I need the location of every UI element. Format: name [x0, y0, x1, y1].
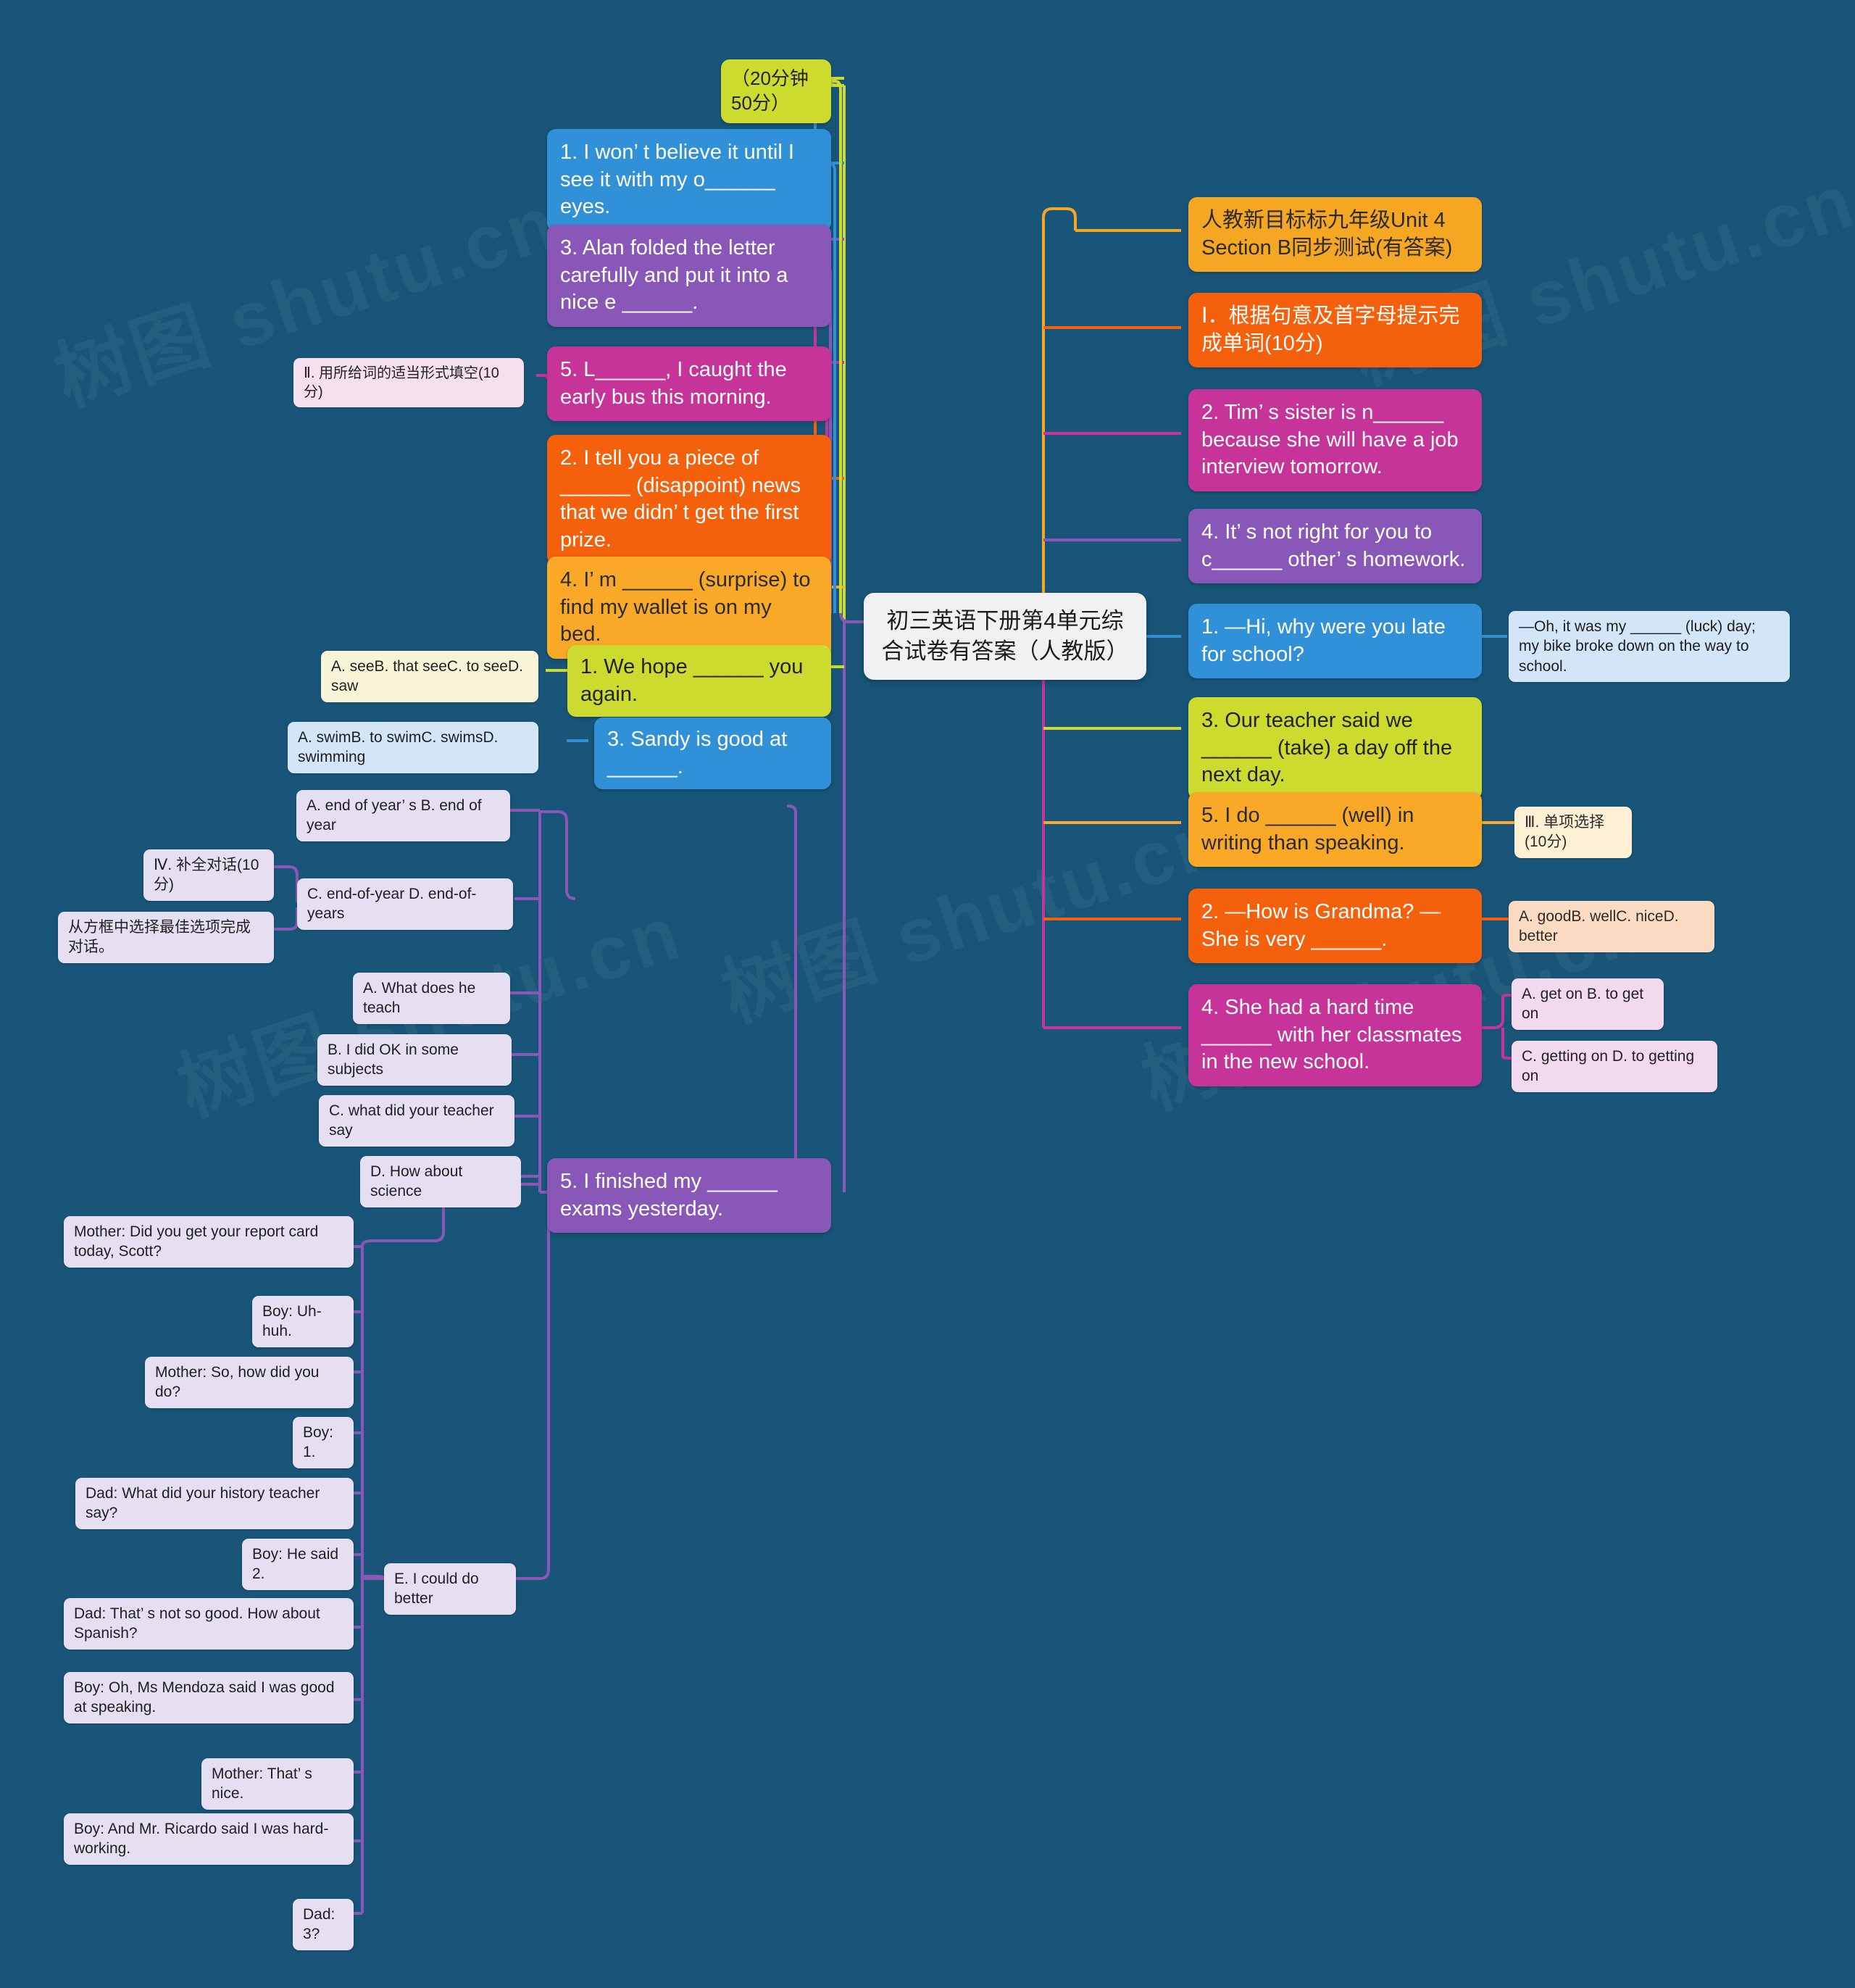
node-options-get-on-ab[interactable]: A. get on B. to get on	[1512, 978, 1664, 1030]
node-time-limit[interactable]: （20分钟50分）	[721, 59, 831, 123]
node-q2-nervous[interactable]: 2. Tim’ s sister is n______ because she …	[1188, 389, 1482, 492]
node-q1-we-hope[interactable]: 1. We hope ______ you again.	[567, 645, 831, 718]
node-section1-title[interactable]: Ⅰ．根据句意及首字母提示完成单词(10分)	[1188, 293, 1482, 368]
node-q2-disappointing[interactable]: 2. I tell you a piece of ______ (disappo…	[547, 435, 831, 565]
node-dialogue-boy-3[interactable]: Boy: He said 2.	[242, 1539, 354, 1590]
node-options-see[interactable]: A. seeB. that seeC. to seeD. saw	[321, 651, 538, 702]
node-options-get-on-cd[interactable]: C. getting on D. to getting on	[1512, 1041, 1717, 1092]
node-dialogue-dad-2[interactable]: Dad: That’ s not so good. How about Span…	[64, 1598, 354, 1650]
node-options-good-well[interactable]: A. goodB. wellC. niceD. better	[1509, 901, 1714, 952]
node-q3-take-day-off[interactable]: 3. Our teacher said we ______ (take) a d…	[1188, 697, 1482, 800]
node-q3-envelope[interactable]: 3. Alan folded the letter carefully and …	[547, 225, 831, 328]
node-option-d-science[interactable]: D. How about science	[360, 1156, 521, 1207]
watermark: 树图 shutu.cn	[712, 796, 1235, 1039]
node-dialogue-boy-2[interactable]: Boy: 1.	[293, 1417, 354, 1468]
node-option-c-say[interactable]: C. what did your teacher say	[319, 1095, 514, 1147]
node-option-a-teach[interactable]: A. What does he teach	[353, 973, 510, 1024]
node-option-e-better[interactable]: E. I could do better	[384, 1563, 516, 1615]
node-section2-title[interactable]: Ⅱ. 用所给词的适当形式填空(10分)	[293, 358, 524, 407]
node-q4-surprised[interactable]: 4. I’ m ______ (surprise) to find my wal…	[547, 557, 831, 660]
node-options-swim[interactable]: A. swimB. to swimC. swimsD. swimming	[288, 722, 538, 773]
node-q1-own-eyes[interactable]: 1. I won’ t believe it until I see it wi…	[547, 129, 831, 232]
central-topic[interactable]: 初三英语下册第4单元综合试卷有答案（人教版）	[864, 593, 1146, 680]
node-dialogue-boy-4[interactable]: Boy: Oh, Ms Mendoza said I was good at s…	[64, 1672, 354, 1723]
node-options-end-of-year-cd[interactable]: C. end-of-year D. end-of-years	[297, 878, 513, 930]
node-dialogue-mother-1[interactable]: Mother: Did you get your report card tod…	[64, 1216, 354, 1268]
node-q2-grandma[interactable]: 2. —How is Grandma? —She is very ______.	[1188, 889, 1482, 964]
node-section4-title[interactable]: Ⅳ. 补全对话(10分)	[143, 849, 274, 901]
node-q3-sandy[interactable]: 3. Sandy is good at ______.	[594, 718, 831, 790]
node-dialogue-boy-1[interactable]: Boy: Uh-huh.	[252, 1296, 354, 1347]
node-section3-title[interactable]: Ⅲ. 单项选择(10分)	[1514, 807, 1632, 858]
node-q1-late-for-school[interactable]: 1. —Hi, why were you late for school?	[1188, 604, 1482, 679]
node-q5-well-writing[interactable]: 5. I do ______ (well) in writing than sp…	[1188, 792, 1482, 868]
node-q5-finished-exams[interactable]: 5. I finished my ______ exams yesterday.	[547, 1158, 831, 1234]
node-section4-subtitle[interactable]: 从方框中选择最佳选项完成对话。	[58, 912, 274, 963]
node-options-end-of-year-ab[interactable]: A. end of year’ s B. end of year	[296, 790, 510, 841]
mindmap-canvas: 树图 shutu.cn 树图 shutu.cn 树图 shutu.cn 树图 s…	[0, 0, 1855, 1988]
node-dialogue-mother-3[interactable]: Mother: That’ s nice.	[201, 1758, 354, 1810]
node-dialogue-mother-2[interactable]: Mother: So, how did you do?	[145, 1357, 354, 1408]
node-unit-title[interactable]: 人教新目标标九年级Unit 4 Section B同步测试(有答案)	[1188, 197, 1482, 273]
node-q5-luckily[interactable]: 5. L______, I caught the early bus this …	[547, 346, 831, 422]
node-dialogue-dad-1[interactable]: Dad: What did your history teacher say?	[75, 1478, 354, 1529]
node-q4-hard-time[interactable]: 4. She had a hard time ______ with her c…	[1188, 984, 1482, 1087]
node-q1-late-answer[interactable]: —Oh, it was my ______ (luck) day; my bik…	[1509, 611, 1790, 682]
node-option-b-ok[interactable]: B. I did OK in some subjects	[317, 1034, 512, 1086]
node-dialogue-dad-3[interactable]: Dad: 3?	[293, 1899, 354, 1950]
node-dialogue-boy-5[interactable]: Boy: And Mr. Ricardo said I was hard-wor…	[64, 1813, 354, 1865]
node-q4-copy[interactable]: 4. It’ s not right for you to c______ ot…	[1188, 509, 1482, 584]
